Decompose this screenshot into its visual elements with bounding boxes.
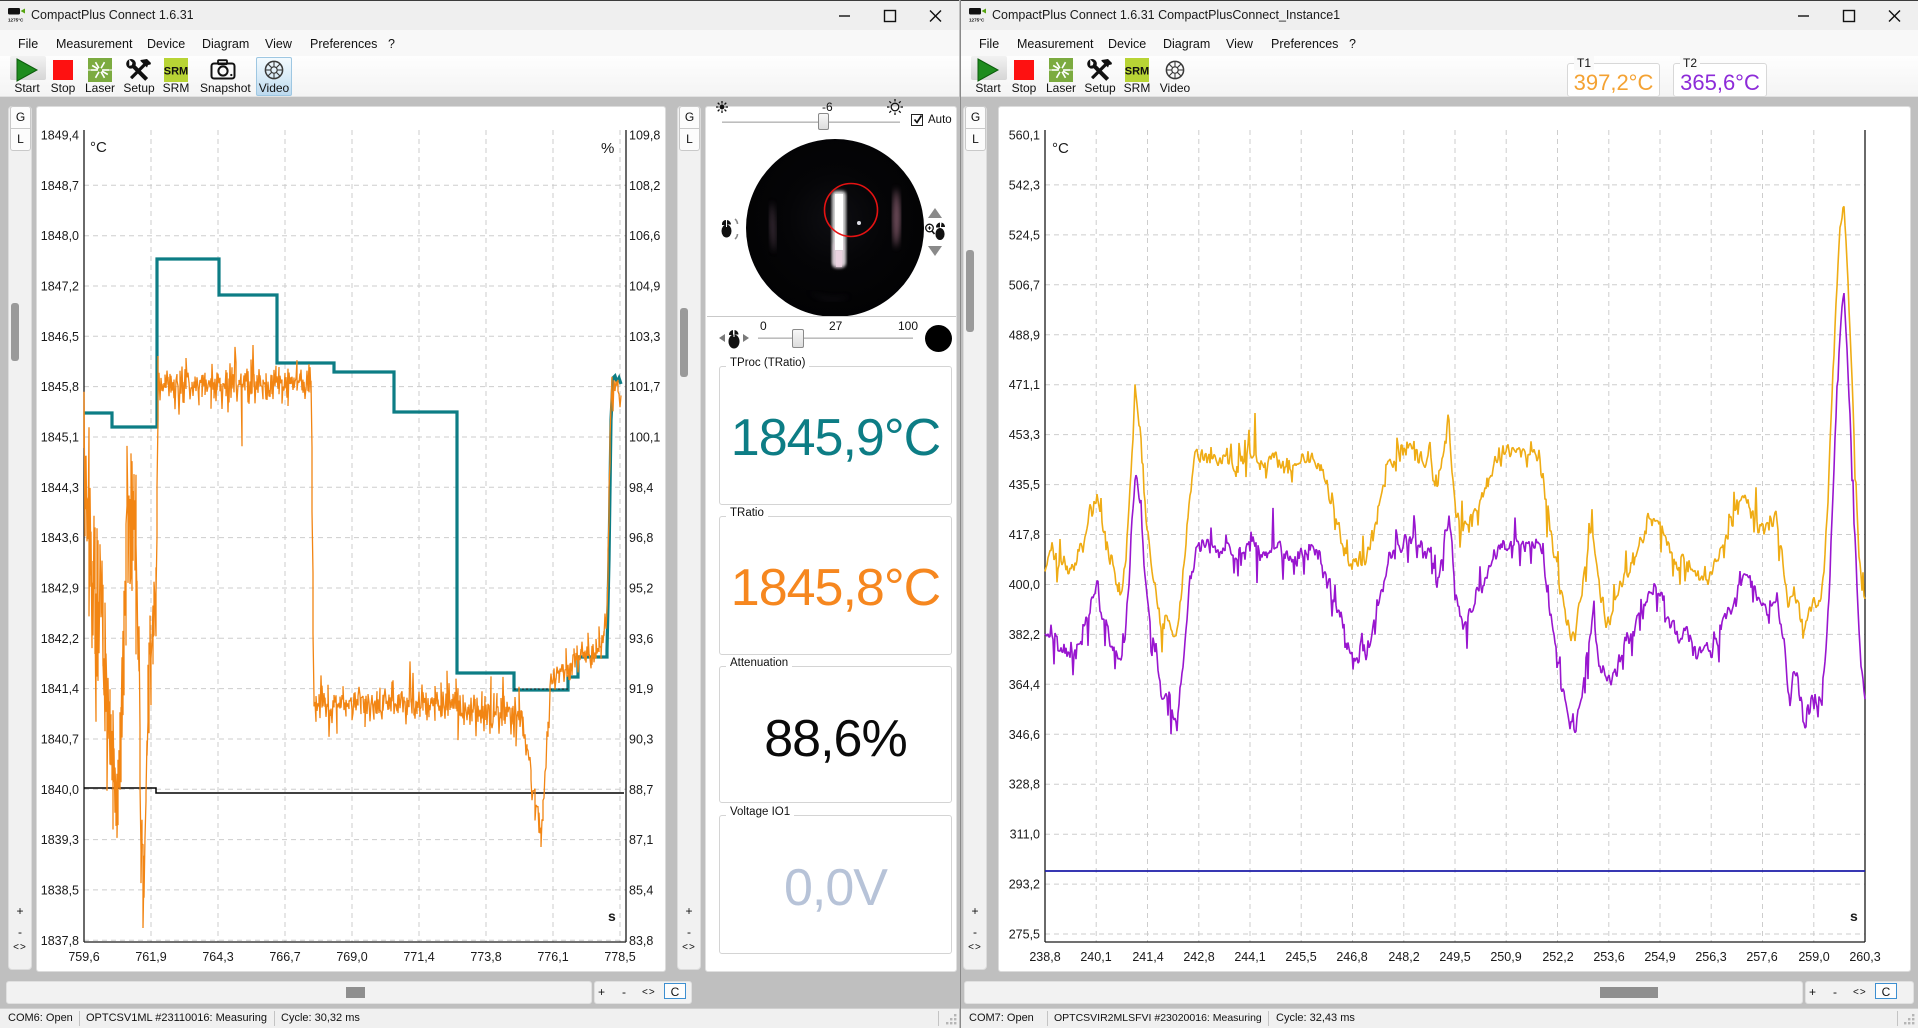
svg-text:471,1: 471,1: [1009, 378, 1040, 392]
svg-text:417,8: 417,8: [1009, 528, 1040, 542]
svg-text:256,3: 256,3: [1695, 950, 1726, 964]
svg-text:252,2: 252,2: [1542, 950, 1573, 964]
svg-text:346,6: 346,6: [1009, 728, 1040, 742]
svg-text:506,7: 506,7: [1009, 278, 1040, 292]
svg-text:245,5: 245,5: [1285, 950, 1316, 964]
svg-text:275,5: 275,5: [1009, 928, 1040, 942]
svg-text:453,3: 453,3: [1009, 428, 1040, 442]
svg-text:382,2: 382,2: [1009, 628, 1040, 642]
svg-text:293,2: 293,2: [1009, 878, 1040, 892]
svg-text:259,0: 259,0: [1798, 950, 1829, 964]
svg-text:488,9: 488,9: [1009, 328, 1040, 342]
svg-text:260,3: 260,3: [1849, 950, 1880, 964]
svg-text:s: s: [1850, 908, 1858, 924]
svg-text:241,4: 241,4: [1132, 950, 1163, 964]
svg-text:328,8: 328,8: [1009, 778, 1040, 792]
svg-text:560,1: 560,1: [1009, 129, 1040, 143]
svg-text:249,5: 249,5: [1439, 950, 1470, 964]
svg-text:248,2: 248,2: [1388, 950, 1419, 964]
svg-text:246,8: 246,8: [1336, 950, 1367, 964]
svg-text:250,9: 250,9: [1490, 950, 1521, 964]
svg-text:°C: °C: [1052, 140, 1069, 157]
svg-text:364,4: 364,4: [1009, 678, 1040, 692]
svg-text:253,6: 253,6: [1593, 950, 1624, 964]
svg-text:400,0: 400,0: [1009, 578, 1040, 592]
svg-text:257,6: 257,6: [1746, 950, 1777, 964]
svg-text:435,5: 435,5: [1009, 478, 1040, 492]
svg-text:311,0: 311,0: [1010, 828, 1040, 842]
svg-text:238,8: 238,8: [1029, 950, 1060, 964]
svg-text:242,8: 242,8: [1183, 950, 1214, 964]
svg-text:542,3: 542,3: [1009, 178, 1040, 192]
svg-text:254,9: 254,9: [1644, 950, 1675, 964]
svg-text:524,5: 524,5: [1009, 228, 1040, 242]
svg-text:244,1: 244,1: [1234, 950, 1265, 964]
svg-text:240,1: 240,1: [1080, 950, 1111, 964]
